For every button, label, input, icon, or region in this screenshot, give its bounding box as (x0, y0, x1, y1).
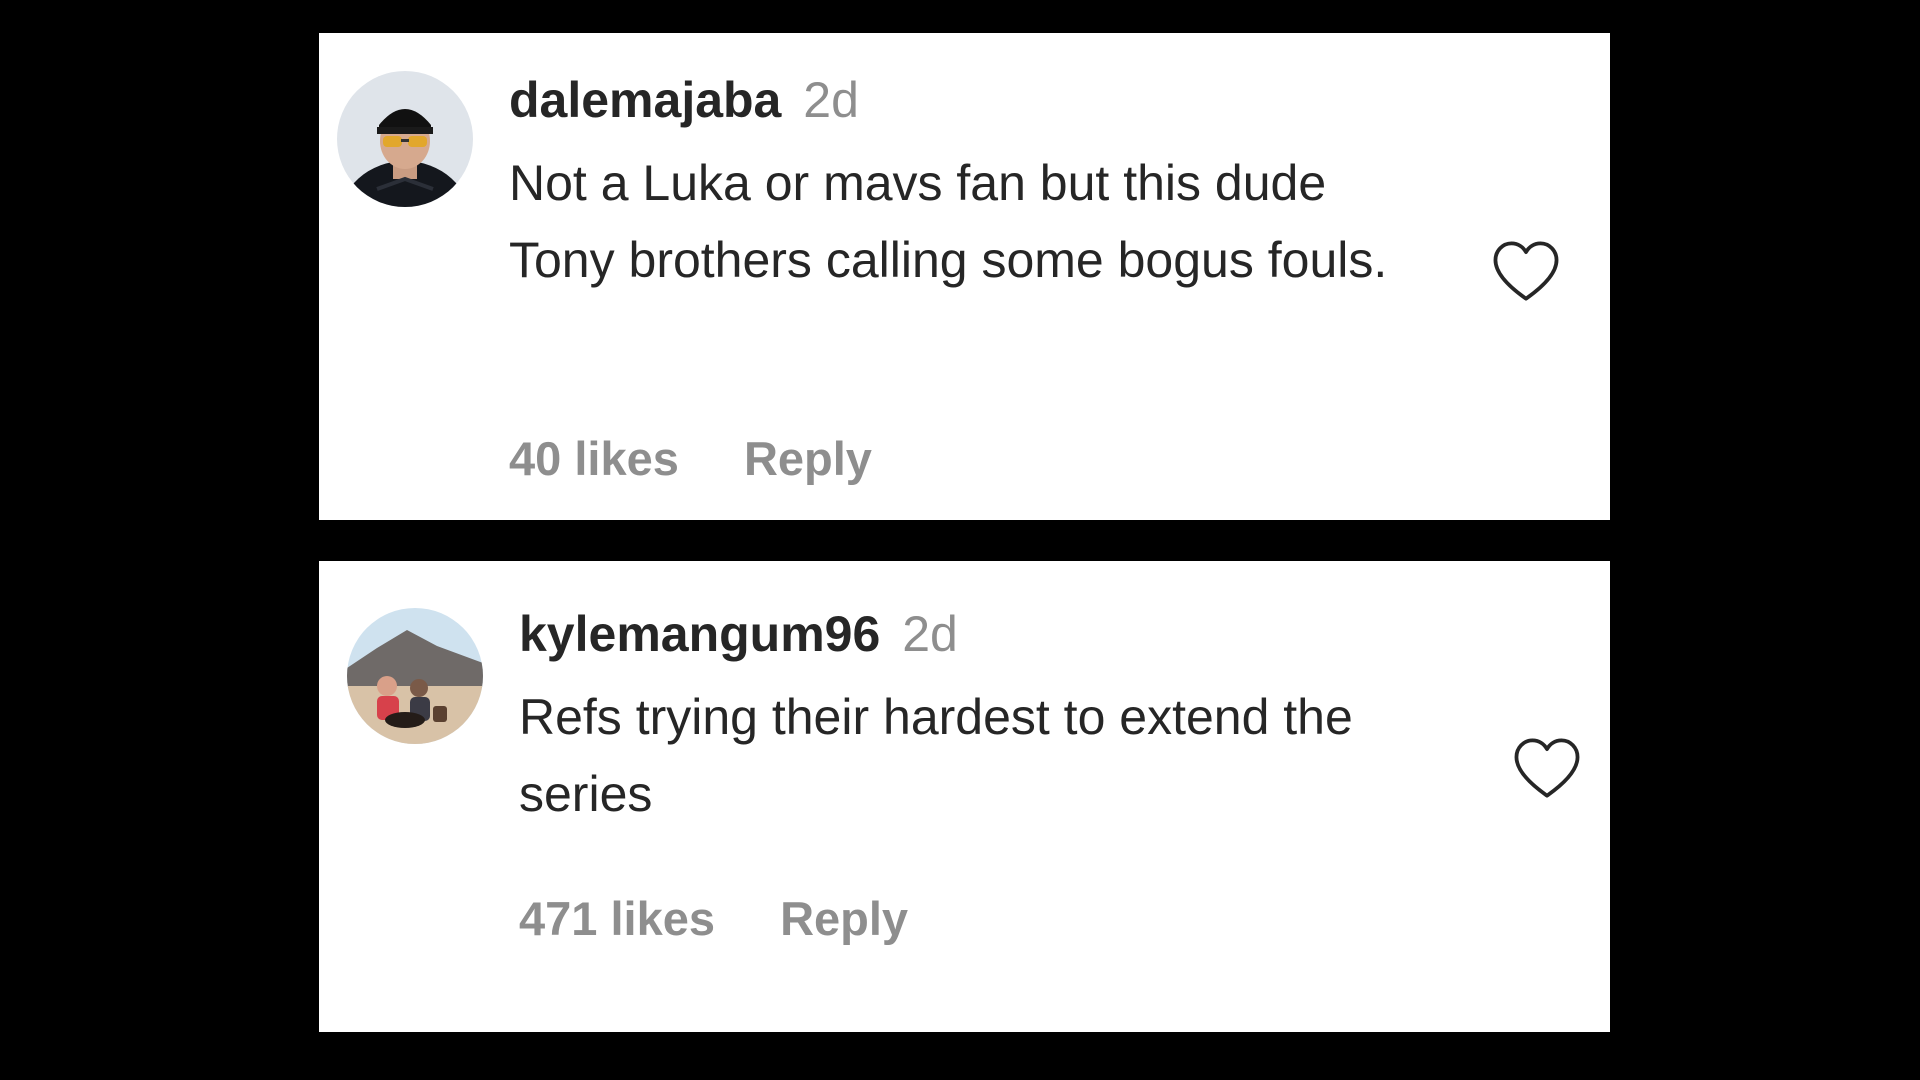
reply-button[interactable]: Reply (780, 892, 908, 945)
user-avatar[interactable] (347, 608, 483, 744)
comment-actions: 471 likes Reply (519, 891, 908, 946)
timestamp[interactable]: 2d (803, 72, 859, 128)
comment-text: Not a Luka or mavs fan but this dude Ton… (509, 155, 1388, 288)
user-avatar[interactable] (337, 71, 473, 207)
like-count[interactable]: 471 likes (519, 892, 715, 945)
comment-content: dalemajaba 2d Not a Luka or mavs fan but… (509, 75, 1399, 299)
avatar-image (337, 71, 473, 207)
username[interactable]: kylemangum96 (519, 606, 880, 662)
heart-icon[interactable] (1512, 736, 1582, 800)
timestamp[interactable]: 2d (902, 606, 958, 662)
reply-button[interactable]: Reply (744, 432, 872, 485)
avatar-image (347, 608, 483, 744)
heart-icon[interactable] (1491, 239, 1561, 303)
comment-header: dalemajaba 2d (509, 75, 1399, 125)
comment-content: kylemangum96 2d Refs trying their hardes… (519, 609, 1454, 833)
comment-text: Refs trying their hardest to extend the … (519, 689, 1353, 822)
comment-card: kylemangum96 2d Refs trying their hardes… (319, 561, 1610, 1032)
comment-card: dalemajaba 2d Not a Luka or mavs fan but… (319, 33, 1610, 520)
like-count[interactable]: 40 likes (509, 432, 679, 485)
comment-actions: 40 likes Reply (509, 431, 872, 486)
comment-header: kylemangum96 2d (519, 609, 1454, 659)
username[interactable]: dalemajaba (509, 72, 781, 128)
